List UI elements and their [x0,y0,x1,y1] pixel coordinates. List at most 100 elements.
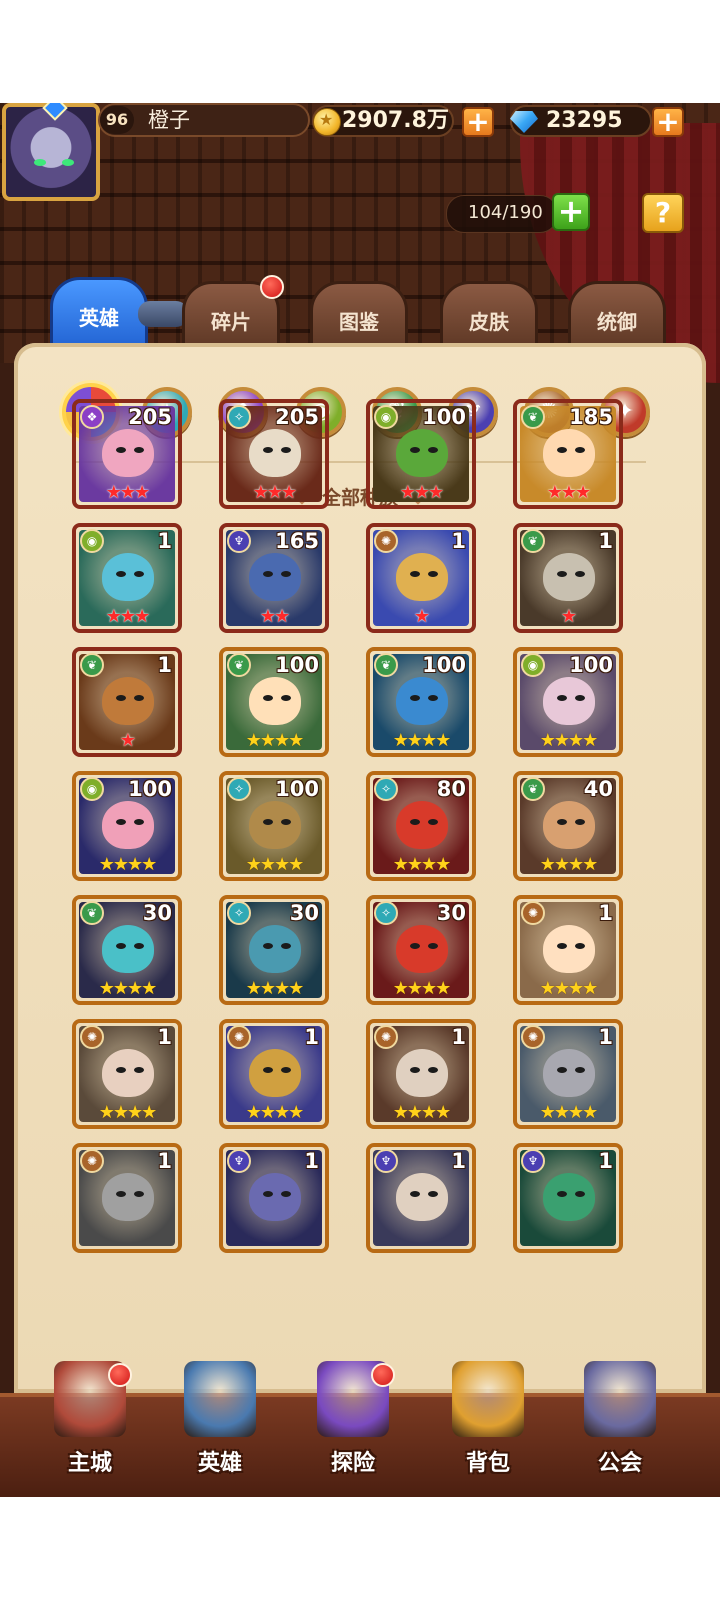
player-avatar[interactable] [2,103,100,201]
hero-card[interactable]: ✧ 30 ★★★★ [219,895,329,1005]
hero-eye-icon [263,943,273,949]
hero-eye-icon [263,1067,273,1073]
hero-card[interactable]: ❦ 1 ★ [72,647,182,757]
hero-card[interactable]: ✺ 1 [72,1143,182,1253]
hero-face [396,429,448,477]
hero-eye-icon [116,943,126,949]
nature-race-icon: ◉ [80,777,104,801]
hero-eye-icon [263,571,273,577]
hero-star-rating: ★ [119,730,136,751]
nav-castle[interactable]: 主城 [30,1361,150,1491]
nav-guild[interactable]: 公会 [560,1361,680,1491]
hero-level: 1 [157,1025,172,1049]
plant-race-icon: ❦ [80,901,104,925]
hero-star-rating: ★★★★ [98,978,158,999]
hero-card[interactable]: ✧ 80 ★★★★ [366,771,476,881]
avatar-gem-icon [42,103,68,121]
hero-face [102,677,154,725]
diamond-amount: 23295 [546,108,623,133]
hero-star-rating: ★★★★ [245,978,305,999]
hero-card[interactable]: ✧ 100 ★★★★ [219,771,329,881]
expand-capacity-button[interactable]: + [552,193,590,231]
hero-card[interactable]: ❦ 40 ★★★★ [513,771,623,881]
hero-eye-icon [116,1191,126,1197]
hero-card[interactable]: ◉ 1 ★★★ [72,523,182,633]
hero-level: 1 [598,1149,613,1173]
hero-card[interactable]: ✧ 205 ★★★ [219,399,329,509]
hero-eye-icon [557,447,567,453]
forest-race-icon: ✧ [227,901,251,925]
hero-eye-icon [410,1191,420,1197]
hero-card[interactable]: ✺ 1 ★★★★ [513,1019,623,1129]
hero-star-rating: ★★★★ [245,1102,305,1123]
tab-label: 图鉴 [339,310,379,334]
hero-card[interactable]: ◉ 100 ★★★ [366,399,476,509]
hero-card[interactable]: ❖ 205 ★★★ [72,399,182,509]
hero-star-rating: ★★★★ [98,854,158,875]
hero-card[interactable]: ❦ 1 ★ [513,523,623,633]
hero-level: 1 [451,1149,466,1173]
hero-star-rating: ★★ [259,606,290,627]
hero-face [102,1173,154,1221]
hero-card[interactable]: ✺ 1 ★★★★ [513,895,623,1005]
hero-eye-icon [575,819,585,825]
hero-star-rating: ★★★★ [539,730,599,751]
hero-card[interactable]: ❦ 100 ★★★★ [219,647,329,757]
hero-face [396,677,448,725]
forest-race-icon: ✧ [227,777,251,801]
hero-level: 100 [422,405,466,429]
hero-card[interactable]: ✧ 30 ★★★★ [366,895,476,1005]
bag-icon [452,1361,524,1437]
hero-level: 100 [422,653,466,677]
plant-race-icon: ❦ [227,653,251,677]
hero-face [396,925,448,973]
hero-face [249,1173,301,1221]
hero-card[interactable]: ♆ 165 ★★ [219,523,329,633]
nav-label: 探险 [330,1451,375,1476]
add-diamond-button[interactable]: + [652,107,684,137]
hero-face [543,801,595,849]
hero-card[interactable]: ✺ 1 ★★★★ [219,1019,329,1129]
nav-hero[interactable]: 英雄 [160,1361,280,1491]
hero-capacity: 104/190 [468,202,543,223]
avatar-eye-icon [34,159,46,166]
hero-eye-icon [557,819,567,825]
nav-label: 背包 [465,1451,510,1476]
hero-level: 30 [142,901,172,925]
add-gold-button[interactable]: + [462,107,494,137]
hero-level: 165 [275,529,319,553]
nav-portal[interactable]: 探险 [293,1361,413,1491]
hero-card[interactable]: ✺ 1 ★★★★ [72,1019,182,1129]
hero-card[interactable]: ◉ 100 ★★★★ [72,771,182,881]
nav-label: 公会 [597,1451,642,1476]
nav-bag[interactable]: 背包 [428,1361,548,1491]
nature-race-icon: ◉ [80,529,104,553]
hero-eye-icon [428,943,438,949]
hero-eye-icon [428,1191,438,1197]
help-button[interactable]: ? [642,193,684,233]
hero-card[interactable]: ❦ 100 ★★★★ [366,647,476,757]
hero-card[interactable]: ♆ 1 [513,1143,623,1253]
hero-card[interactable]: ◉ 100 ★★★★ [513,647,623,757]
hero-star-rating: ★★★ [399,482,444,503]
hero-face [543,925,595,973]
hero-face [102,925,154,973]
abyss-race-icon: ♆ [227,1149,251,1173]
hero-face [543,677,595,725]
hero-star-rating: ★★★★ [539,854,599,875]
hero-star-rating: ★ [560,606,577,627]
hero-card[interactable]: ✺ 1 ★★★★ [366,1019,476,1129]
hero-level: 1 [451,529,466,553]
hero-face [543,1049,595,1097]
hero-eye-icon [134,943,144,949]
hero-level: 1 [157,1149,172,1173]
hero-card[interactable]: ♆ 1 [366,1143,476,1253]
hero-card[interactable]: ❦ 185 ★★★ [513,399,623,509]
hero-card[interactable]: ✺ 1 ★ [366,523,476,633]
hero-eye-icon [116,1067,126,1073]
hero-eye-icon [134,1191,144,1197]
hero-card[interactable]: ❦ 30 ★★★★ [72,895,182,1005]
game-screen: 96 橙子 2907.8万 + 23295 + 104/190 + ? 英雄 碎… [0,103,720,1497]
hero-card[interactable]: ♆ 1 [219,1143,329,1253]
hero-eye-icon [557,571,567,577]
